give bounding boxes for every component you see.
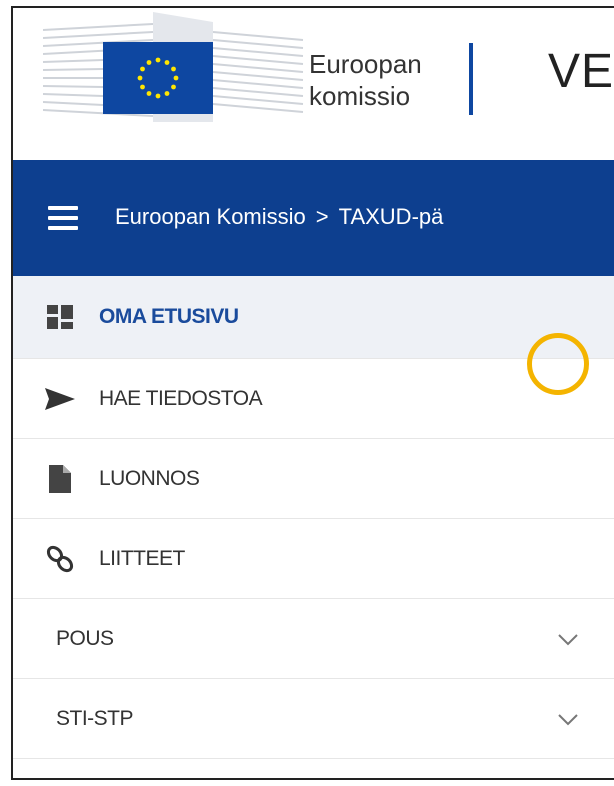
link-icon [45,544,75,574]
site-title: VE [548,45,614,98]
chevron-down-icon[interactable] [553,704,583,734]
menu-item-label: LIITTEET [99,546,185,570]
menu-item-pous[interactable]: POUS [13,599,614,679]
breadcrumb-separator: > [315,204,329,229]
hamburger-menu-icon[interactable] [48,206,78,230]
sidebar-menu: OMA ETUSIVU HAE TIEDOSTOA LUONNOS LIITTE… [13,276,614,759]
breadcrumb-item-taxud[interactable]: TAXUD-pä [339,204,444,229]
menu-item-sti-stp[interactable]: STI-STP [13,679,614,759]
breadcrumb: Euroopan Komissio > TAXUD-pä [115,204,443,230]
menu-item-label: POUS [56,626,114,650]
menu-item-label: LUONNOS [99,466,200,490]
breadcrumb-item-commission[interactable]: Euroopan Komissio [115,204,306,229]
menu-item-label: OMA ETUSIVU [99,305,239,328]
send-icon [45,384,75,414]
menu-item-luonnos[interactable]: LUONNOS [13,439,614,519]
logo-text-line1: Euroopan [309,49,422,79]
navigation-bar: Euroopan Komissio > TAXUD-pä [13,160,614,276]
chevron-down-icon[interactable] [553,624,583,654]
menu-item-hae-tiedostoa[interactable]: HAE TIEDOSTOA [13,359,614,439]
app-window: Euroopan komissio VE Euroopan Komissio > T… [11,6,614,780]
menu-item-label: STI-STP [56,706,134,730]
menu-item-label: HAE TIEDOSTOA [99,386,263,410]
site-header: Euroopan komissio VE [13,8,614,160]
menu-item-liitteet[interactable]: LIITTEET [13,519,614,599]
dashboard-icon [45,302,75,332]
document-icon [45,464,75,494]
logo-text-line2: komissio [309,81,411,111]
menu-item-oma-etusivu[interactable]: OMA ETUSIVU [13,276,614,359]
logo-divider [469,43,473,115]
